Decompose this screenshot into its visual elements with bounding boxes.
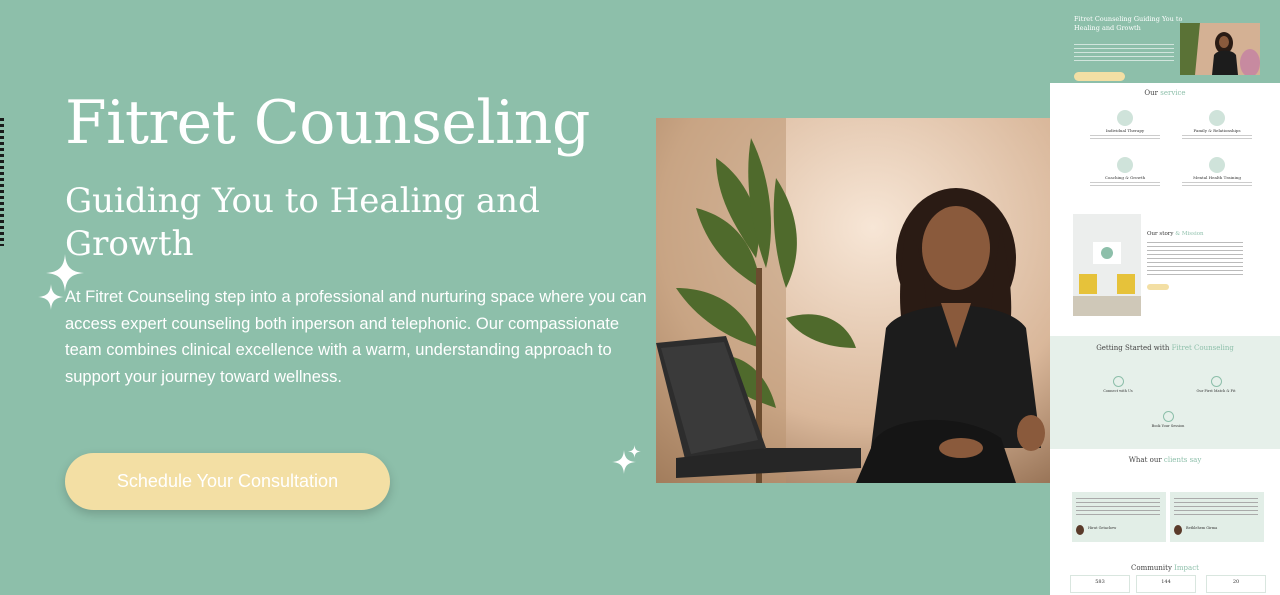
- preview-stat: 20: [1206, 575, 1266, 593]
- step-icon: [1162, 411, 1174, 422]
- sparkle-icon: [38, 284, 64, 310]
- step-icon: [1112, 376, 1124, 387]
- step-icon: [1210, 376, 1222, 387]
- preview-testimonial-card: Bethlehem Girma: [1170, 492, 1264, 542]
- scroll-edge-marker: [0, 118, 4, 246]
- preview-step: Connect with Us: [1078, 376, 1158, 393]
- preview-story-heading: Our story & Mission: [1147, 231, 1204, 237]
- avatar: [1174, 525, 1182, 535]
- preview-cta-button: [1074, 72, 1125, 81]
- preview-hero: Fitret Counseling Guiding You to Healing…: [1050, 0, 1280, 83]
- preview-services-heading: Our service: [1144, 89, 1186, 97]
- preview-stat: 583: [1070, 575, 1130, 593]
- preview-service-card: Mental Health Training: [1172, 157, 1262, 188]
- hero-section: Fitret Counseling Guiding You to Healing…: [0, 0, 1050, 595]
- preview-stat: 144: [1136, 575, 1196, 593]
- preview-getting-started: Getting Started with Fitret Counseling C…: [1050, 336, 1280, 449]
- preview-step: Our First Match & Fit: [1176, 376, 1256, 393]
- service-icon: [1209, 110, 1225, 126]
- preview-service-card: Individual Therapy: [1080, 110, 1170, 141]
- preview-step: Book Your Session: [1128, 411, 1208, 428]
- preview-hero-description: [1074, 44, 1174, 62]
- page-title: Fitret Counseling: [65, 88, 590, 158]
- preview-service-card: Coaching & Growth: [1080, 157, 1170, 188]
- service-icon: [1209, 157, 1225, 173]
- avatar: [1076, 525, 1084, 535]
- preview-clients-heading: What our clients say: [1128, 456, 1202, 464]
- schedule-consultation-button[interactable]: Schedule Your Consultation: [65, 453, 390, 510]
- service-icon: [1117, 157, 1133, 173]
- service-icon: [1117, 110, 1133, 126]
- hero-photo: [656, 118, 1050, 483]
- preview-story-text: [1147, 242, 1243, 278]
- hero-subtitle: Guiding You to Healing and Growth: [65, 181, 540, 264]
- preview-service-card: Family & Relationships: [1172, 110, 1262, 141]
- preview-community-heading: Community Impact: [1131, 564, 1199, 572]
- preview-story-button: [1147, 284, 1169, 290]
- preview-getting-started-heading: Getting Started with Fitret Counseling: [1096, 344, 1234, 352]
- preview-testimonial-card: Hirut Getachew: [1072, 492, 1166, 542]
- page-overview-preview: Fitret Counseling Guiding You to Healing…: [1050, 0, 1280, 595]
- preview-hero-title: Fitret Counseling Guiding You to Healing…: [1074, 15, 1183, 32]
- preview-hero-photo: [1180, 23, 1260, 75]
- counselor-photo-illustration: [656, 118, 1050, 483]
- hero-description: At Fitret Counseling step into a profess…: [65, 288, 647, 386]
- sparkle-icon: [628, 445, 641, 458]
- preview-story-image: [1073, 214, 1141, 316]
